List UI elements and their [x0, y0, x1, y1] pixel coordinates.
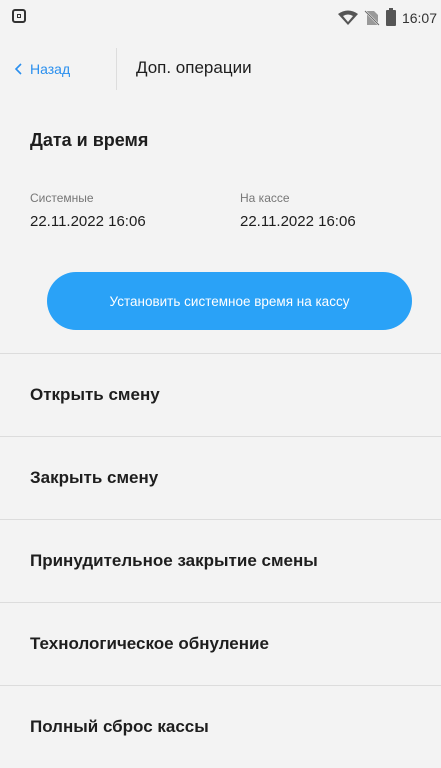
- kassa-time-value: 22.11.2022 16:06: [240, 213, 356, 230]
- nav-bar: Назад Доп. операции: [0, 48, 441, 90]
- no-sim-icon: [364, 10, 380, 26]
- chevron-left-icon: [14, 63, 22, 75]
- menu-item-force-close-shift[interactable]: Принудительное закрытие смены: [0, 520, 441, 602]
- kassa-time-label: На кассе: [240, 191, 290, 205]
- system-time-value: 22.11.2022 16:06: [30, 213, 146, 230]
- datetime-section-title: Дата и время: [30, 130, 149, 150]
- status-time: 16:07: [401, 10, 437, 26]
- set-system-time-button[interactable]: Установить системное время на кассу: [47, 272, 412, 330]
- battery-icon: [385, 8, 396, 26]
- system-time-label: Системные: [30, 191, 94, 205]
- status-icons: 16:07: [337, 8, 437, 28]
- status-bar: 16:07: [0, 0, 441, 40]
- menu-item-full-reset[interactable]: Полный сброс кассы: [0, 686, 441, 768]
- menu-item-open-shift[interactable]: Открыть смену: [0, 354, 441, 436]
- wifi-icon: [337, 10, 358, 25]
- nav-divider: [116, 48, 117, 90]
- back-button[interactable]: Назад: [14, 58, 70, 80]
- menu-item-close-shift[interactable]: Закрыть смену: [0, 437, 441, 519]
- back-label: Назад: [30, 61, 71, 77]
- operations-menu: Открыть смену Закрыть смену Принудительн…: [0, 353, 441, 768]
- app-icon: [12, 9, 26, 23]
- page-title: Доп. операции: [136, 58, 252, 77]
- menu-item-tech-reset[interactable]: Технологическое обнуление: [0, 603, 441, 685]
